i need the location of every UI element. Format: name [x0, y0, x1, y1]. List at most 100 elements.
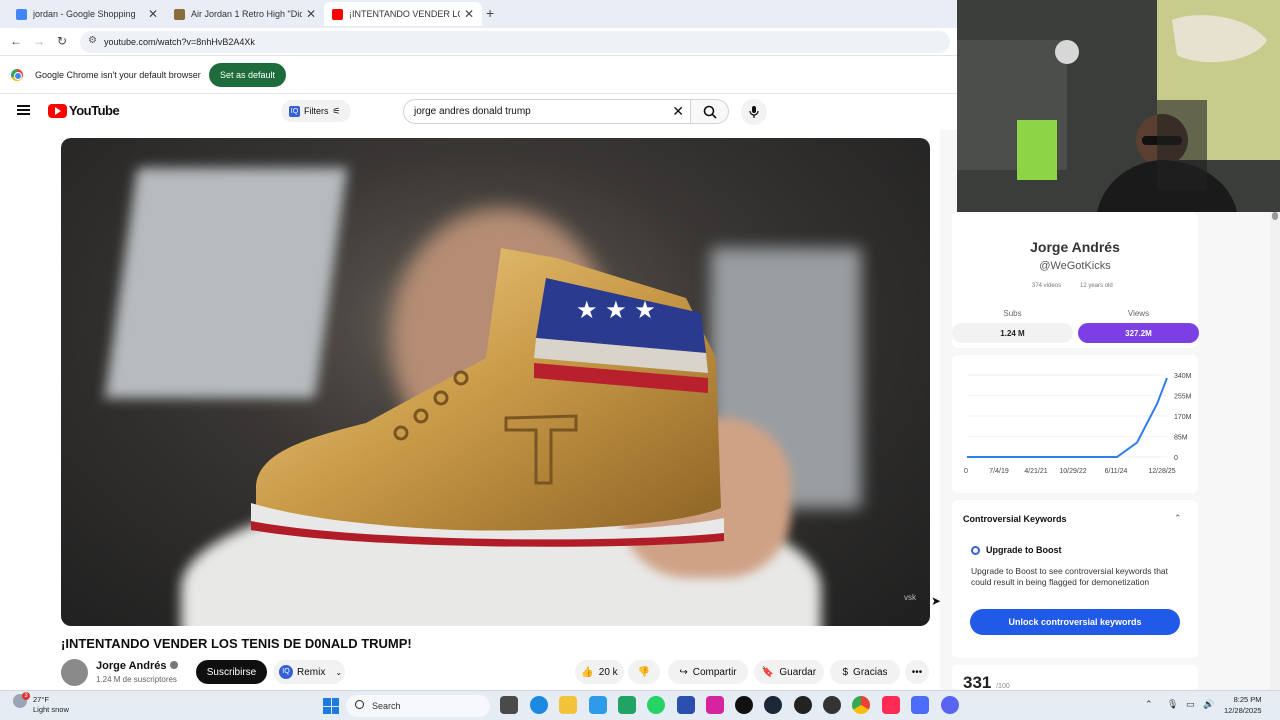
- whatsapp-icon[interactable]: [647, 696, 665, 714]
- chevron-up-icon[interactable]: ⌃: [1174, 513, 1182, 524]
- close-tab-icon[interactable]: ✕: [464, 7, 474, 21]
- tab-google-shopping[interactable]: jordan - Google Shopping ✕: [8, 2, 166, 26]
- more-icon: •••: [911, 666, 923, 678]
- views-growth-chart: 0 85M 170M 255M 340M 0 7/4/19 4/21/21 10/29/22 6/…: [964, 373, 1192, 475]
- views-series-line: [967, 377, 1168, 458]
- unlock-keywords-button[interactable]: Unlock controversial keywords: [970, 609, 1180, 635]
- more-actions-button[interactable]: •••: [905, 660, 929, 684]
- controversial-keywords-title: Controversial Keywords: [963, 514, 1067, 524]
- y-tick-label: 340M: [1174, 373, 1192, 380]
- temperature: 27°F: [33, 695, 49, 704]
- channel-age: 12 years old: [1080, 283, 1113, 289]
- reload-icon[interactable]: ↻: [57, 34, 67, 48]
- panel-channel-name: Jorge Andrés: [1030, 239, 1120, 255]
- obs-icon[interactable]: [794, 696, 812, 714]
- chrome-icon: [11, 69, 23, 81]
- subscribe-button[interactable]: Suscribirse: [196, 660, 267, 684]
- app-icon[interactable]: [911, 696, 929, 714]
- remix-button[interactable]: IQ Remix ⌄: [273, 660, 345, 684]
- thumbs-up-icon: 👍: [581, 666, 594, 678]
- dislike-button[interactable]: 👎: [628, 660, 660, 684]
- youtube-icon: [332, 8, 343, 20]
- microphone-icon: [749, 106, 759, 118]
- clear-search-icon[interactable]: ✕: [672, 103, 684, 120]
- discord-icon[interactable]: [941, 696, 959, 714]
- chevron-down-icon[interactable]: ⌄: [335, 668, 342, 677]
- app-icon[interactable]: [823, 696, 841, 714]
- channel-avatar[interactable]: [61, 659, 88, 686]
- verified-icon: [169, 661, 178, 669]
- network-icon[interactable]: ▭: [1186, 699, 1195, 710]
- bookmark-icon: 🔖: [761, 666, 775, 678]
- youtube-logo[interactable]: YouTube: [48, 103, 120, 118]
- remix-icon: IQ: [279, 665, 293, 679]
- filter-extension-icon: IQ: [289, 105, 300, 117]
- webcam-feed-image: [957, 0, 1280, 212]
- video-player[interactable]: ★ ★ ★ vsk: [61, 138, 930, 626]
- menu-icon[interactable]: [17, 105, 30, 115]
- webcam-overlay: [957, 0, 1280, 212]
- x-tick-label: 4/21/21: [1024, 468, 1047, 475]
- tiktok-icon[interactable]: [735, 696, 753, 714]
- tab-air-jordan[interactable]: Air Jordan 1 Retro High "Dior" C ✕: [166, 2, 324, 26]
- instagram-icon[interactable]: [706, 696, 724, 714]
- subs-label: Subs: [1003, 309, 1022, 318]
- boost-icon: [971, 545, 980, 555]
- thumbs-down-icon: 👎: [637, 666, 651, 678]
- views-label: Views: [1127, 309, 1150, 318]
- search-button[interactable]: [691, 99, 729, 124]
- x-tick-label: 10/29/22: [1059, 468, 1086, 475]
- folder-icon[interactable]: [559, 696, 577, 714]
- search-input[interactable]: jorge andres donald trump ✕: [403, 99, 691, 124]
- app-icon[interactable]: [677, 696, 695, 714]
- site-icon: [174, 8, 185, 20]
- voice-search-button[interactable]: [741, 99, 767, 125]
- x-tick-label: 12/28/25: [1148, 468, 1175, 475]
- filters-button[interactable]: IQ Filters ⚟: [281, 100, 351, 122]
- set-default-button[interactable]: Set as default: [209, 63, 286, 87]
- svg-text:★ ★ ★: ★ ★ ★: [576, 296, 656, 324]
- volume-icon[interactable]: 🔊: [1203, 699, 1214, 710]
- clock[interactable]: 8:25 PM 12/28/2025: [1224, 694, 1262, 716]
- steam-icon[interactable]: [764, 696, 782, 714]
- infobar-text: Google Chrome isn't your default browser: [35, 70, 201, 80]
- views-toggle[interactable]: 327.2M: [1078, 323, 1199, 343]
- notification-badge: 3: [22, 692, 30, 700]
- site-info-icon[interactable]: ⚙: [88, 35, 97, 46]
- video-title: ¡INTENTANDO VENDER LOS TENIS DE D0NALD T…: [61, 636, 412, 651]
- back-icon[interactable]: ←: [10, 34, 22, 48]
- scrollbar-thumb[interactable]: [1272, 212, 1278, 220]
- forward-icon[interactable]: →: [33, 34, 45, 48]
- microphone-icon[interactable]: 🎙: [1167, 699, 1178, 710]
- y-tick-label: 170M: [1174, 414, 1192, 421]
- tab-youtube-video[interactable]: ¡INTENTANDO VENDER LOS TE ✕: [324, 2, 482, 26]
- chevron-up-icon[interactable]: ⌃: [1145, 699, 1153, 710]
- windows-start-icon[interactable]: [323, 698, 339, 714]
- channel-name[interactable]: Jorge Andrés: [96, 660, 178, 672]
- like-button[interactable]: 👍 20 k: [575, 660, 624, 684]
- y-tick-label: 0: [1174, 455, 1178, 462]
- google-icon: [16, 8, 27, 20]
- close-tab-icon[interactable]: ✕: [306, 7, 316, 21]
- edge-icon[interactable]: [530, 696, 548, 714]
- close-tab-icon[interactable]: ✕: [148, 7, 158, 21]
- panel-scrollbar[interactable]: [1270, 212, 1280, 690]
- new-tab-button[interactable]: +: [486, 5, 494, 21]
- address-bar[interactable]: ⚙ youtube.com/watch?v=8nhHvB2A4Xk: [80, 31, 950, 53]
- store-icon[interactable]: [589, 696, 607, 714]
- windows-taskbar: 3 27°F Light snow Search ⌃ 🎙 ▭ 🔊 8:25 PM…: [0, 690, 1280, 720]
- video-count: 374 videos: [1032, 283, 1062, 289]
- share-button[interactable]: ↪ Compartir: [668, 660, 748, 684]
- thanks-button[interactable]: $ Gracias: [830, 660, 900, 684]
- save-button[interactable]: 🔖 Guardar: [754, 660, 824, 684]
- taskbar-search[interactable]: Search: [346, 695, 490, 717]
- search-icon: [703, 105, 717, 119]
- tiktok-studio-icon[interactable]: [882, 696, 900, 714]
- excel-icon[interactable]: [618, 696, 636, 714]
- subs-toggle[interactable]: 1.24 M: [952, 323, 1073, 343]
- y-tick-label: 255M: [1174, 394, 1192, 401]
- file-explorer-icon[interactable]: [500, 696, 518, 714]
- thanks-icon: $: [842, 666, 849, 678]
- chrome-icon[interactable]: [852, 696, 870, 714]
- upgrade-heading: Upgrade to Boost: [971, 545, 1062, 555]
